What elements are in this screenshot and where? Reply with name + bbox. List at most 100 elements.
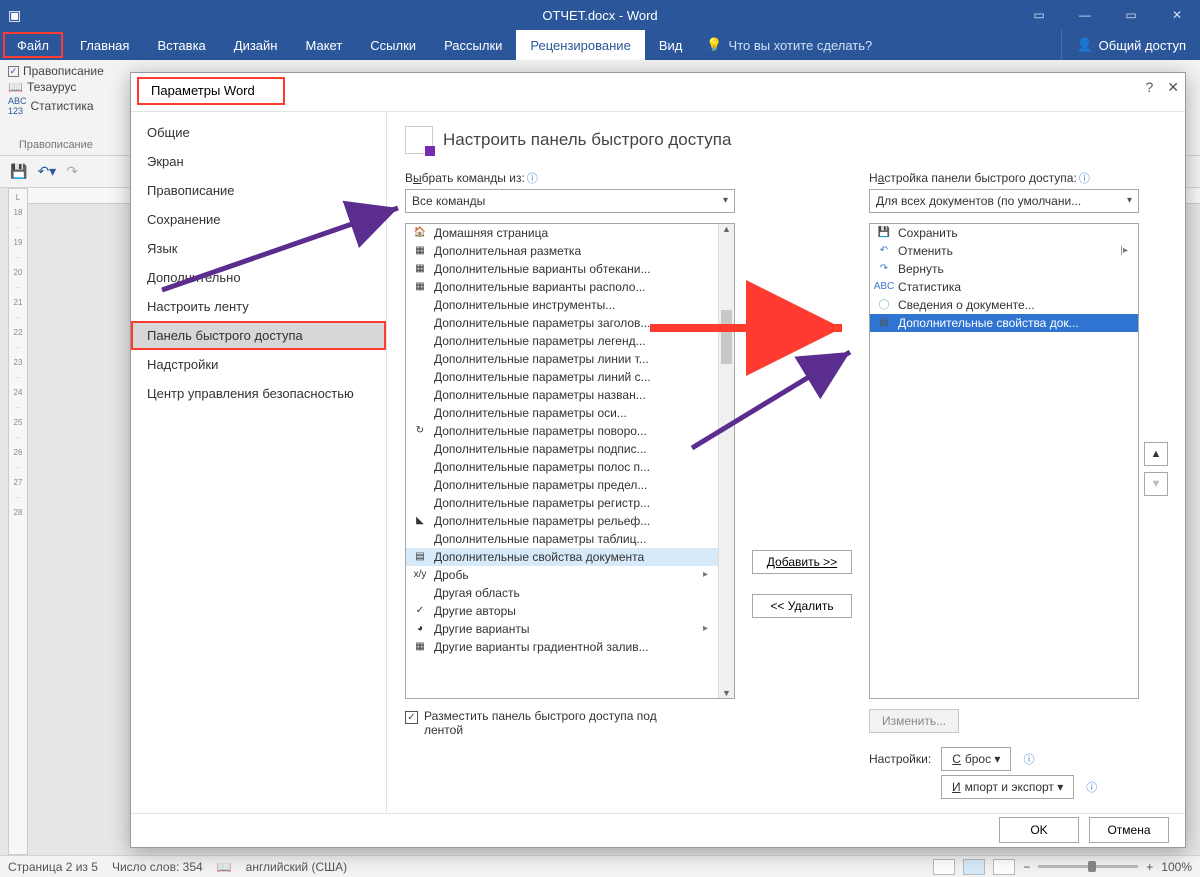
qat-target-dropdown[interactable]: Для всех документов (по умолчани... ▾ [869,189,1139,213]
import-export-button[interactable]: Импорт и экспорт ▾ [941,775,1074,799]
share-label: Общий доступ [1099,38,1186,53]
command-item[interactable]: Другая область [406,584,718,602]
close-button[interactable]: ✕ [1154,0,1200,30]
tab-references[interactable]: Ссылки [356,30,430,60]
command-item[interactable]: ◣Дополнительные параметры рельеф... [406,512,718,530]
modify-button[interactable]: Изменить... [869,709,959,733]
view-readmode[interactable] [933,859,955,875]
tab-design[interactable]: Дизайн [220,30,292,60]
info-icon[interactable]: ⓘ [527,173,538,185]
info-icon[interactable]: ⓘ [1023,751,1034,767]
nav-trust[interactable]: Центр управления безопасностью [131,379,386,408]
command-item[interactable]: ▤Дополнительные свойства документа [406,548,718,566]
qat-item[interactable]: ↶Отменить|▸ [870,242,1138,260]
nav-general[interactable]: Общие [131,118,386,147]
tab-layout[interactable]: Макет [291,30,356,60]
zoom-out[interactable]: − [1023,860,1030,874]
nav-proofing[interactable]: Правописание [131,176,386,205]
command-item[interactable]: ▦Другие варианты градиентной залив... [406,638,718,656]
qat-undo-icon[interactable]: ↶▾ [37,163,56,180]
tell-me[interactable]: 💡 Что вы хотите сделать? [706,30,872,60]
command-item[interactable]: Дополнительные параметры линий с... [406,368,718,386]
ruler-tab-selector[interactable]: L [16,193,20,202]
qat-item[interactable]: ABCСтатистика [870,278,1138,296]
info-icon[interactable]: ⓘ [1079,173,1090,185]
nav-display[interactable]: Экран [131,147,386,176]
qat-listbox[interactable]: 💾Сохранить↶Отменить|▸↷ВернутьABCСтатисти… [869,223,1139,699]
command-item[interactable]: ▦Дополнительная разметка [406,242,718,260]
cancel-button[interactable]: Отмена [1089,817,1169,843]
choose-commands-dropdown[interactable]: Все команды ▾ [405,189,735,213]
commands-listbox[interactable]: 🏠Домашняя страница▦Дополнительная размет… [405,223,735,699]
zoom-slider[interactable] [1038,865,1138,868]
qat-item[interactable]: ↷Вернуть [870,260,1138,278]
command-item[interactable]: Дополнительные параметры предел... [406,476,718,494]
status-page[interactable]: Страница 2 из 5 [8,860,98,874]
command-item[interactable]: Дополнительные параметры линии т... [406,350,718,368]
view-print[interactable] [963,859,985,875]
dialog-help-button[interactable]: ? [1145,79,1153,96]
ribbon-thesaurus[interactable]: 📖Тезаурус [8,80,104,94]
qat-item[interactable]: ◯Сведения о документе... [870,296,1138,314]
nav-language[interactable]: Язык [131,234,386,263]
qat-item[interactable]: ▤Дополнительные свойства док... [870,314,1138,332]
ribbon-display-icon[interactable]: ▭ [1016,0,1062,30]
qat-save-icon[interactable]: 💾 [10,163,27,180]
tab-home[interactable]: Главная [66,30,143,60]
scroll-thumb[interactable] [721,310,732,364]
ribbon-wordcount[interactable]: ABC123Статистика [8,96,104,116]
tab-review[interactable]: Рецензирование [516,30,644,60]
remove-button[interactable]: << Удалить [752,594,852,618]
zoom-value[interactable]: 100% [1161,860,1192,874]
command-item[interactable]: ↻Дополнительные параметры поворо... [406,422,718,440]
tab-file[interactable]: Файл [3,32,63,58]
tab-insert[interactable]: Вставка [143,30,219,60]
ruler-tick: · [17,433,20,442]
command-item[interactable]: Дополнительные параметры подпис... [406,440,718,458]
nav-customize-ribbon[interactable]: Настроить ленту [131,292,386,321]
scroll-up-icon[interactable]: ▲ [722,224,731,234]
minimize-button[interactable]: — [1062,0,1108,30]
command-item[interactable]: Дополнительные параметры регистр... [406,494,718,512]
command-item[interactable]: Дополнительные параметры назван... [406,386,718,404]
qat-redo-icon[interactable]: ↷ [66,163,78,180]
command-item[interactable]: Дополнительные параметры оси... [406,404,718,422]
nav-save[interactable]: Сохранение [131,205,386,234]
nav-advanced[interactable]: Дополнительно [131,263,386,292]
command-item[interactable]: ▦Дополнительные варианты располо... [406,278,718,296]
nav-qat[interactable]: Панель быстрого доступа [131,321,386,350]
tab-view[interactable]: Вид [645,30,697,60]
status-lang[interactable]: английский (США) [246,860,347,874]
commands-scrollbar[interactable]: ▲ ▼ [718,224,734,698]
command-item[interactable]: Дополнительные параметры заголов... [406,314,718,332]
status-words[interactable]: Число слов: 354 [112,860,203,874]
dialog-close-button[interactable]: ✕ [1167,79,1179,96]
command-item[interactable]: ✓Другие авторы [406,602,718,620]
ruler-vertical[interactable]: L 18 · 19 · 20 · 21 · 22 · 23 · 24 · 25 … [8,188,28,855]
ribbon-spelling[interactable]: ✓Правописание [8,64,104,78]
show-qat-below-checkbox[interactable]: ✓ Разместить панель быстрого доступа под… [405,709,695,737]
zoom-in[interactable]: + [1146,860,1153,874]
move-down-button[interactable]: ▼ [1144,472,1168,496]
share-button[interactable]: 👤 Общий доступ [1061,30,1200,60]
command-item[interactable]: x/yДробь▸ [406,566,718,584]
info-icon[interactable]: ⓘ [1086,779,1097,795]
command-item[interactable]: ▦Дополнительные варианты обтекани... [406,260,718,278]
command-item[interactable]: 🏠Домашняя страница [406,224,718,242]
scroll-down-icon[interactable]: ▼ [722,688,731,698]
command-item[interactable]: Дополнительные инструменты... [406,296,718,314]
maximize-button[interactable]: ▭ [1108,0,1154,30]
qat-item-label: Сведения о документе... [898,298,1035,312]
view-web[interactable] [993,859,1015,875]
command-item[interactable]: ◕Другие варианты▸ [406,620,718,638]
add-button[interactable]: Добавить >> [752,550,852,574]
command-item[interactable]: Дополнительные параметры полос п... [406,458,718,476]
ok-button[interactable]: OK [999,817,1079,843]
reset-button[interactable]: Сброс ▾ [941,747,1011,771]
tab-mailings[interactable]: Рассылки [430,30,516,60]
nav-addins[interactable]: Надстройки [131,350,386,379]
command-item[interactable]: Дополнительные параметры таблиц... [406,530,718,548]
command-item[interactable]: Дополнительные параметры легенд... [406,332,718,350]
move-up-button[interactable]: ▲ [1144,442,1168,466]
qat-item[interactable]: 💾Сохранить [870,224,1138,242]
